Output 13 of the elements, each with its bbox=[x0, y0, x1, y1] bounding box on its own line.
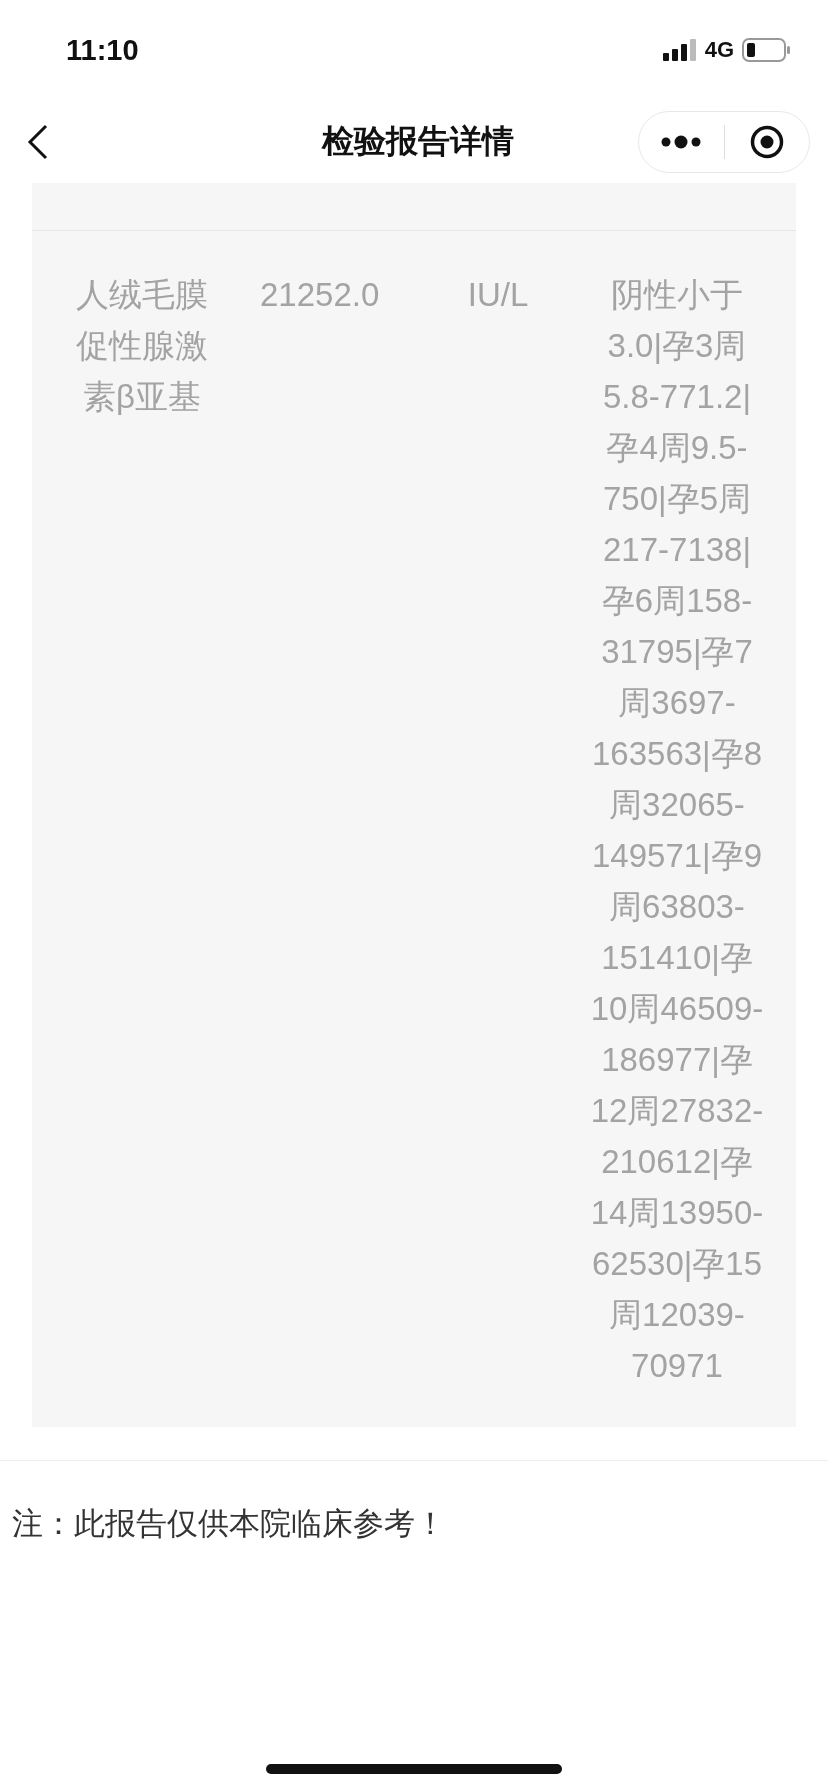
item-name: 人绒毛膜促性腺激素β亚基 bbox=[75, 275, 209, 417]
result-value: 21252.0 bbox=[259, 276, 380, 313]
footnote-text: 注：此报告仅供本院临床参考！ bbox=[11, 1505, 447, 1543]
reference-range: 阴性小于3.0|孕3周5.8-771.2|孕4周9.5-750|孕5周217-7138|孕6周158-31795|孕7周3697-163563|孕8周32065-149571|孕9周63803-151410|孕10周46509-186977|孕12周27832-210612|孕14周13950-62530|孕15周12039-70971 bbox=[590, 275, 764, 1386]
unit-label: IU/L bbox=[467, 276, 529, 313]
back-icon[interactable] bbox=[26, 123, 50, 160]
page-title: 检验报告详情 bbox=[322, 121, 514, 161]
more-icon[interactable] bbox=[660, 134, 703, 149]
signal-icon bbox=[662, 39, 697, 61]
status-time: 11:10 bbox=[66, 33, 139, 67]
battery-icon bbox=[742, 38, 790, 62]
network-label: 4G bbox=[704, 37, 734, 63]
close-icon[interactable] bbox=[749, 124, 784, 159]
